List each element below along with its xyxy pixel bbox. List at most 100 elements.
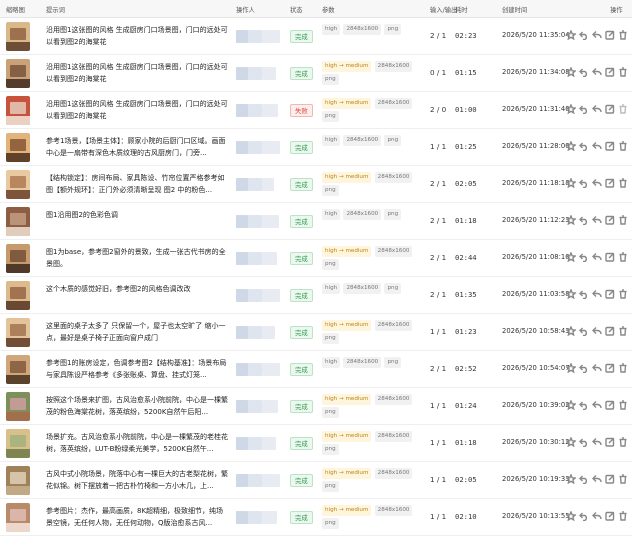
favorite-button[interactable] (564, 362, 578, 375)
edit-button[interactable] (605, 511, 617, 523)
reply-button[interactable] (592, 67, 604, 79)
reuse-button[interactable] (579, 30, 591, 42)
thumbnail[interactable] (6, 22, 30, 51)
table-row[interactable]: 【结构锁定】：房间布局、家具陈设、竹帘位置严格参考如图【额外规环】：正门外必须清… (0, 166, 632, 203)
reuse-button[interactable] (579, 252, 591, 264)
thumbnail[interactable] (6, 318, 30, 347)
delete-button[interactable] (618, 400, 628, 412)
thumbnail[interactable] (6, 133, 30, 162)
thumbnail[interactable] (6, 207, 30, 236)
edit-button[interactable] (605, 104, 617, 116)
row-actions (564, 288, 630, 301)
reuse-button[interactable] (579, 326, 591, 338)
favorite-button[interactable] (564, 251, 578, 264)
delete-button[interactable] (618, 326, 628, 338)
thumbnail[interactable] (6, 392, 30, 421)
reuse-button[interactable] (579, 363, 591, 375)
reply-button[interactable] (592, 104, 604, 116)
edit-button[interactable] (605, 30, 617, 42)
reuse-button[interactable] (579, 474, 591, 486)
table-row[interactable]: 这里面的桌子太多了 只保留一个，屋子也太空旷了 缩小一点，最好是桌子椅子正面向窗… (0, 314, 632, 351)
reply-button[interactable] (592, 474, 604, 486)
edit-button[interactable] (605, 178, 617, 190)
table-row[interactable]: 沿用图1这张图的风格 生成厨房门口场景图，门口的远处可以看到图2的海棠花 完成 … (0, 18, 632, 55)
table-row[interactable]: 参考图片：杰作，最高画质，8K超精细，极致细节，纯场景空镜，无任何人物，无任何动… (0, 499, 632, 536)
favorite-button[interactable] (564, 214, 578, 227)
reply-button[interactable] (592, 326, 604, 338)
table-row[interactable]: 场景扩充。古风治愈系小院前院，中心是一棵繁茂的老桂花树，落英缤纷，LUT-B粉绿… (0, 425, 632, 462)
thumbnail[interactable] (6, 244, 30, 273)
reuse-button[interactable] (579, 400, 591, 412)
reply-button[interactable] (592, 289, 604, 301)
reuse-button[interactable] (579, 141, 591, 153)
favorite-button[interactable] (564, 473, 578, 486)
table-row[interactable]: 沿用图1这张图的风格 生成厨房门口场景图，门口的远处可以看到图2的海棠花 完成 … (0, 55, 632, 92)
reuse-button[interactable] (579, 104, 591, 116)
edit-button[interactable] (605, 67, 617, 79)
table-row[interactable]: 按照这个场景来扩图，古风治愈系小院前院，中心是一棵繁茂的粉色海棠花树，落英缤纷，… (0, 388, 632, 425)
favorite-button[interactable] (564, 140, 578, 153)
table-row[interactable]: 这个木质的感觉好旧，参考图2的风格色调改改 完成 high 2848x1600 … (0, 277, 632, 314)
delete-button[interactable] (618, 252, 628, 264)
delete-button[interactable] (618, 104, 628, 116)
thumbnail[interactable] (6, 59, 30, 88)
favorite-button[interactable] (564, 510, 578, 523)
favorite-button[interactable] (564, 103, 578, 116)
reply-button[interactable] (592, 178, 604, 190)
delete-button[interactable] (618, 437, 628, 449)
favorite-button[interactable] (564, 29, 578, 42)
thumbnail[interactable] (6, 355, 30, 384)
thumbnail[interactable] (6, 96, 30, 125)
edit-button[interactable] (605, 215, 617, 227)
favorite-button[interactable] (564, 66, 578, 79)
reply-button[interactable] (592, 437, 604, 449)
prompt-text: 这个木质的感觉好旧，参考图2的风格色调改改 (46, 285, 191, 293)
reuse-button[interactable] (579, 437, 591, 449)
delete-button[interactable] (618, 215, 628, 227)
thumbnail[interactable] (6, 281, 30, 310)
edit-button[interactable] (605, 400, 617, 412)
reply-button[interactable] (592, 400, 604, 412)
thumbnail[interactable] (6, 466, 30, 495)
thumbnail[interactable] (6, 429, 30, 458)
delete-button[interactable] (618, 178, 628, 190)
edit-button[interactable] (605, 326, 617, 338)
reply-button[interactable] (592, 141, 604, 153)
delete-button[interactable] (618, 511, 628, 523)
edit-button[interactable] (605, 141, 617, 153)
thumbnail[interactable] (6, 170, 30, 199)
reply-button[interactable] (592, 30, 604, 42)
table-row[interactable]: 图1为base，参考图2窗外的景致，生成一张古代书房的全景图。 完成 high … (0, 240, 632, 277)
favorite-button[interactable] (564, 288, 578, 301)
table-row[interactable]: 古风中式小院场景，院落中心有一棵巨大的古老梨花树，繁花似锦。树下摆放着一把古朴竹… (0, 462, 632, 499)
delete-button[interactable] (618, 289, 628, 301)
delete-button[interactable] (618, 363, 628, 375)
reply-button[interactable] (592, 252, 604, 264)
delete-button[interactable] (618, 67, 628, 79)
reply-button[interactable] (592, 363, 604, 375)
reuse-button[interactable] (579, 511, 591, 523)
favorite-button[interactable] (564, 399, 578, 412)
reuse-button[interactable] (579, 178, 591, 190)
table-row[interactable]: 参考图1的账房设定，色调参考图2【结构基准】：场景布局与家具陈设严格参考《多张账… (0, 351, 632, 388)
edit-button[interactable] (605, 437, 617, 449)
thumbnail[interactable] (6, 503, 30, 532)
reuse-button[interactable] (579, 67, 591, 79)
delete-button[interactable] (618, 141, 628, 153)
reply-button[interactable] (592, 215, 604, 227)
edit-button[interactable] (605, 252, 617, 264)
favorite-button[interactable] (564, 436, 578, 449)
favorite-button[interactable] (564, 325, 578, 338)
reuse-button[interactable] (579, 215, 591, 227)
favorite-button[interactable] (564, 177, 578, 190)
delete-button[interactable] (618, 474, 628, 486)
table-row[interactable]: 参考1场景，【场景主体】：顾家小院的后厨门口区域。画面中心是一扇带有深色木质纹理… (0, 129, 632, 166)
table-row[interactable]: 沿用图1这张图的风格 生成厨房门口场景图，门口的远处可以看到图2的海棠花 str… (0, 92, 632, 129)
reuse-button[interactable] (579, 289, 591, 301)
edit-button[interactable] (605, 289, 617, 301)
edit-button[interactable] (605, 363, 617, 375)
reply-button[interactable] (592, 511, 604, 523)
edit-button[interactable] (605, 474, 617, 486)
delete-button[interactable] (618, 30, 628, 42)
table-row[interactable]: 图1沿用图2的色彩色调 完成 high 2848x1600 png 2 / 1 … (0, 203, 632, 240)
